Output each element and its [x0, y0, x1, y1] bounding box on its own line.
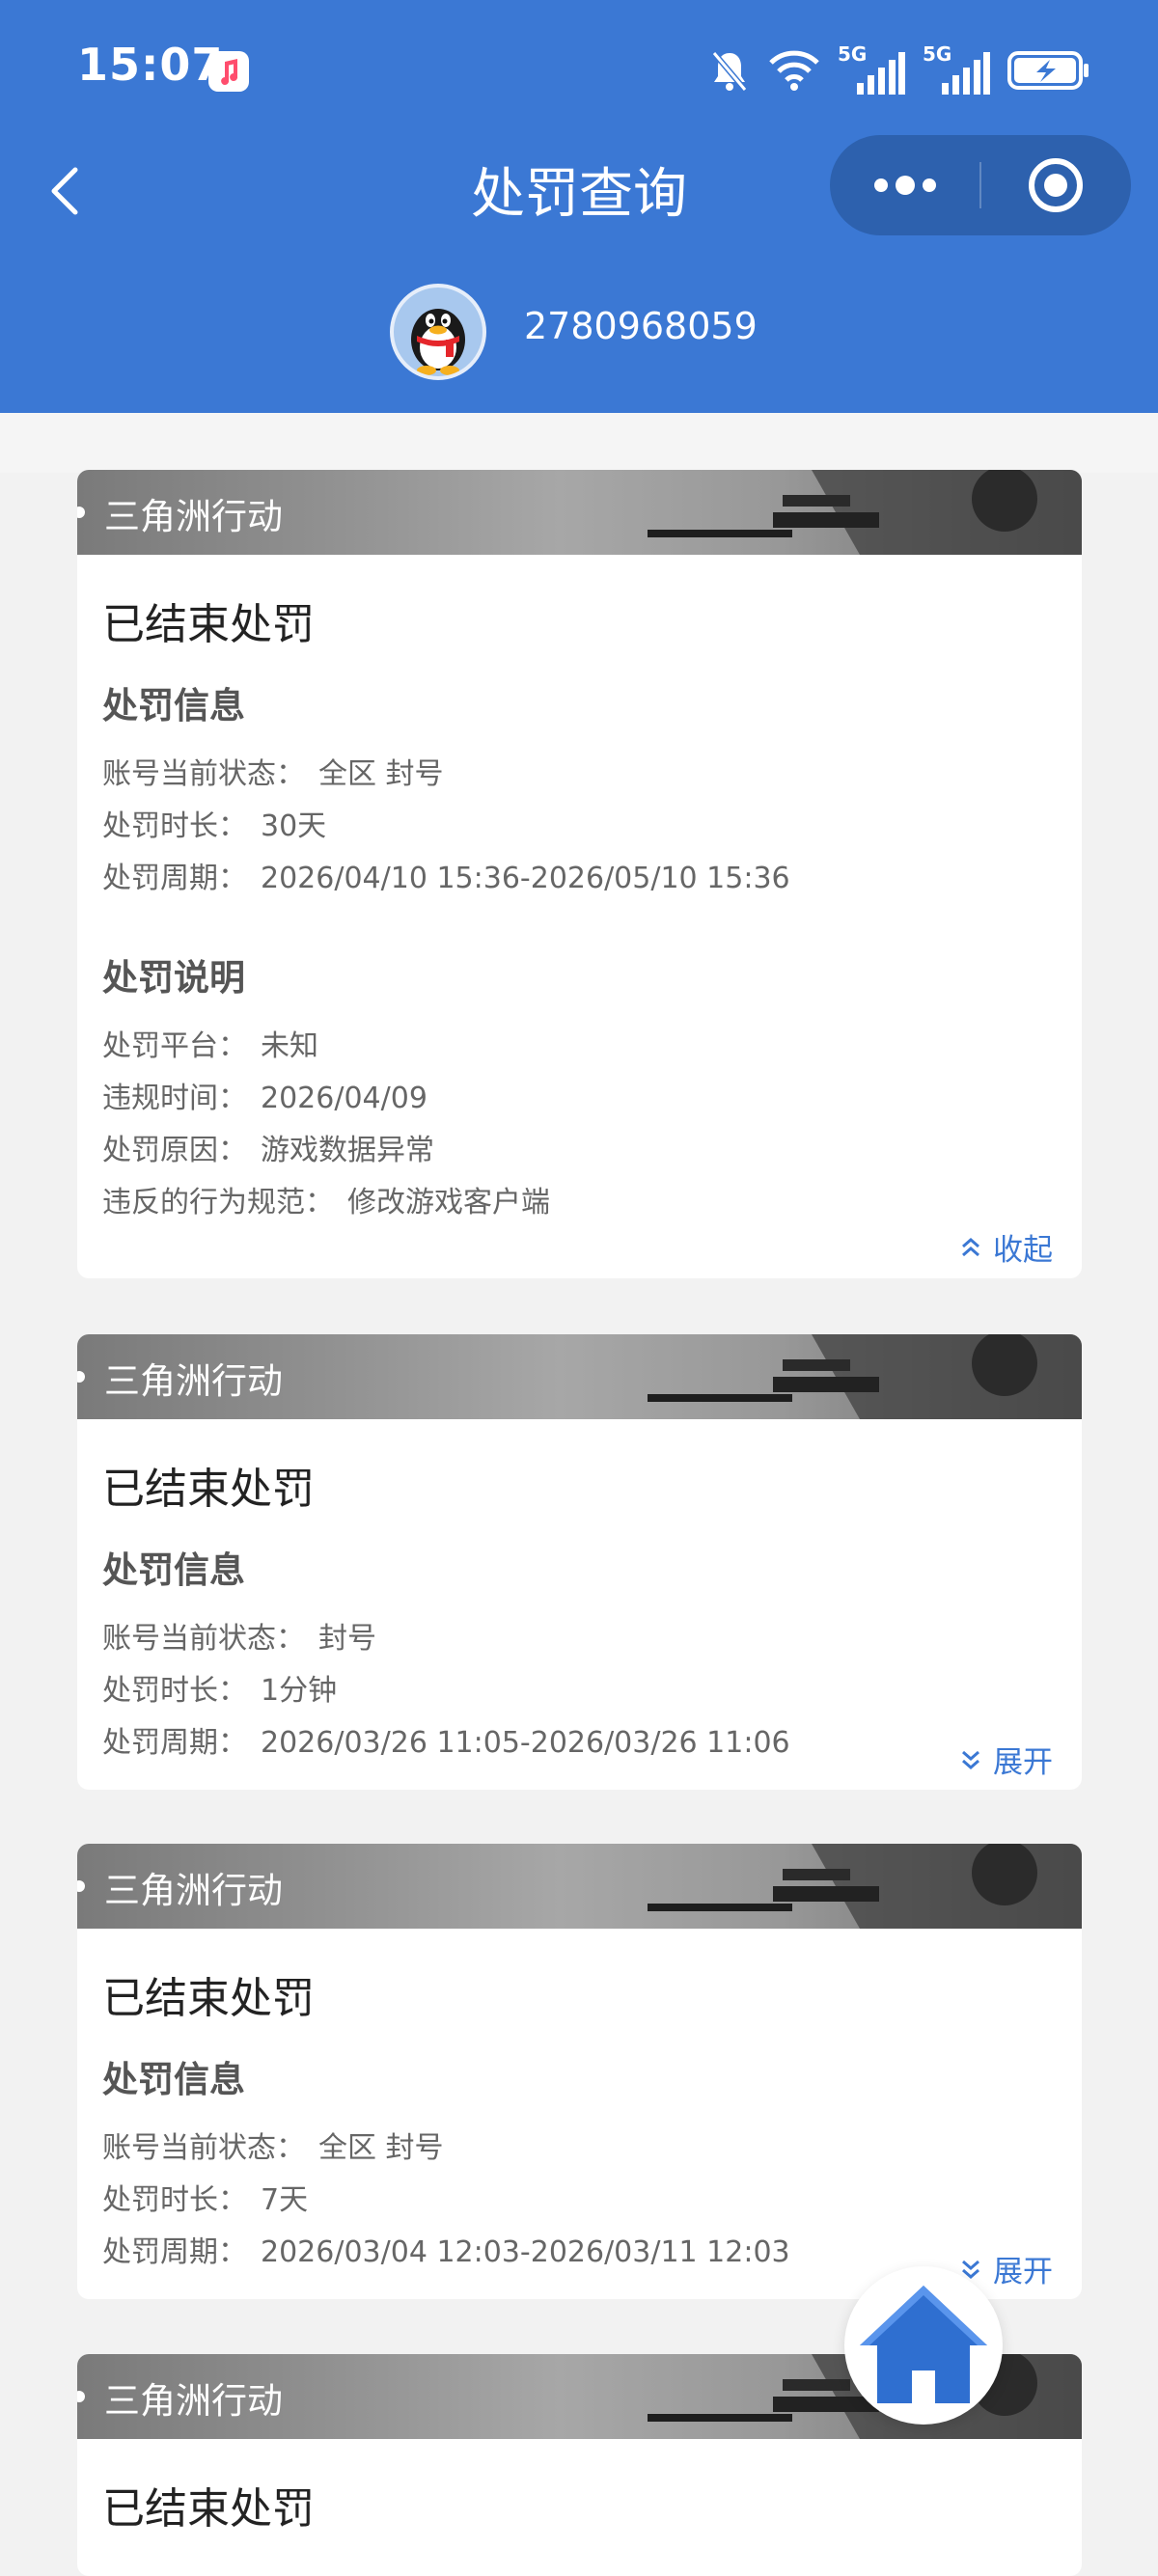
detail-label: 处罚原因： — [102, 1134, 247, 1167]
qq-penguin-icon — [411, 309, 465, 375]
info-row-account-status: 账号当前状态： 封号 — [102, 1614, 376, 1657]
info-label: 处罚时长： — [102, 2183, 247, 2217]
info-value: 全区 封号 — [318, 2131, 444, 2165]
game-name: 三角洲行动 — [104, 496, 283, 537]
double-chevron-up-icon — [962, 1237, 979, 1256]
detail-value: 2026/04/09 — [261, 1082, 427, 1115]
banner-dot — [77, 1880, 85, 1892]
detail-value: 未知 — [261, 1029, 318, 1063]
penalty-card: 三角洲行动 已结束处罚 处罚信息 账号当前状态： 全区 封号 处罚时长： 7天 处罚… — [77, 1844, 1082, 2299]
cell-signal-2: 5G — [923, 42, 990, 95]
info-value: 封号 — [318, 1622, 376, 1656]
info-row-duration: 处罚时长： 30天 — [102, 802, 326, 844]
info-label: 处罚周期： — [102, 2235, 247, 2269]
info-label: 处罚周期： — [102, 1726, 247, 1760]
info-row-account-status: 账号当前状态： 全区 封号 — [102, 750, 444, 792]
detail-label: 处罚平台： — [102, 1029, 247, 1063]
penalty-status: 已结束处罚 — [102, 1974, 315, 2023]
info-label: 处罚周期： — [102, 862, 247, 895]
detail-row-reason: 处罚原因： 游戏数据异常 — [102, 1126, 434, 1168]
info-label: 处罚时长： — [102, 1674, 247, 1708]
header-gap — [0, 413, 1158, 473]
info-value: 全区 封号 — [318, 757, 444, 791]
penalty-card: 三角洲行动 已结束处罚 处罚信息 账号当前状态： 封号 处罚时长： 1分钟 处罚周期… — [77, 1334, 1082, 1790]
status-time: 15:07 — [77, 39, 224, 91]
banner-dot — [77, 507, 85, 518]
info-row-duration: 处罚时长： 7天 — [102, 2176, 308, 2218]
detail-value: 游戏数据异常 — [261, 1134, 434, 1167]
detail-row-rule: 违反的行为规范： 修改游戏客户端 — [102, 1178, 550, 1220]
more-dots-icon — [874, 176, 936, 195]
section-title-info: 处罚信息 — [102, 2059, 245, 2100]
penalty-status: 已结束处罚 — [102, 600, 315, 649]
info-label: 账号当前状态： — [102, 757, 305, 791]
double-chevron-down-icon — [962, 1750, 979, 1769]
qq-number: 2780968059 — [524, 305, 758, 347]
info-row-account-status: 账号当前状态： 全区 封号 — [102, 2124, 444, 2166]
info-row-duration: 处罚时长： 1分钟 — [102, 1666, 337, 1709]
status-icons: 5G 5G — [708, 42, 1090, 96]
app-header: 15:07 5G 5G 处罚查询 2780968059 — [0, 0, 1158, 413]
info-row-period: 处罚周期： 2026/03/04 12:03-2026/03/11 12:03 — [102, 2228, 790, 2270]
status-bar: 15:07 5G 5G — [0, 0, 1158, 145]
info-value: 30天 — [261, 809, 327, 843]
info-value: 2026/03/04 12:03-2026/03/11 12:03 — [261, 2235, 790, 2269]
wifi-icon — [769, 50, 819, 91]
info-value: 2026/04/10 15:36-2026/05/10 15:36 — [261, 862, 790, 895]
signal-bars-icon — [857, 52, 905, 95]
info-row-period: 处罚周期： 2026/03/26 11:05-2026/03/26 11:06 — [102, 1718, 790, 1761]
expand-button[interactable]: 展开 — [958, 1738, 1053, 1781]
game-banner-art — [648, 1844, 1082, 1929]
section-title-info: 处罚信息 — [102, 685, 245, 726]
detail-value: 修改游戏客户端 — [347, 1186, 550, 1219]
info-value: 2026/03/26 11:05-2026/03/26 11:06 — [261, 1726, 790, 1760]
detail-row-violation-time: 违规时间： 2026/04/09 — [102, 1074, 427, 1116]
more-button[interactable] — [830, 135, 979, 235]
info-label: 处罚时长： — [102, 809, 247, 843]
cell-signal-1: 5G — [838, 42, 905, 95]
game-name: 三角洲行动 — [104, 1870, 283, 1911]
penalty-card: 三角洲行动 已结束处罚 处罚信息 账号当前状态： 全区 封号 处罚时长： 30天 处… — [77, 470, 1082, 1278]
banner-dot — [77, 1371, 85, 1383]
info-value: 1分钟 — [261, 1674, 338, 1708]
info-value: 7天 — [261, 2183, 309, 2217]
detail-label: 违反的行为规范： — [102, 1186, 334, 1219]
target-circle-icon — [1029, 158, 1083, 212]
game-name: 三角洲行动 — [104, 1360, 283, 1402]
collapse-label: 收起 — [993, 1233, 1053, 1268]
game-name: 三角洲行动 — [104, 2380, 283, 2422]
mute-bell-icon — [711, 51, 748, 92]
signal-bars-icon — [942, 52, 990, 95]
user-info: 2780968059 — [0, 280, 1158, 386]
home-icon — [860, 2286, 987, 2403]
penalty-status: 已结束处罚 — [102, 2484, 315, 2534]
mini-program-capsule — [830, 135, 1131, 235]
section-title-details: 处罚说明 — [102, 957, 245, 999]
game-banner-art — [648, 470, 1082, 555]
section-title-info: 处罚信息 — [102, 1549, 245, 1591]
info-row-period: 处罚周期： 2026/04/10 15:36-2026/05/10 15:36 — [102, 854, 790, 896]
detail-row-platform: 处罚平台： 未知 — [102, 1022, 318, 1064]
banner-dot — [77, 2391, 85, 2402]
battery-charging-icon — [1007, 51, 1089, 90]
collapse-button[interactable]: 收起 — [958, 1225, 1053, 1269]
game-banner: 三角洲行动 — [77, 470, 1082, 555]
info-label: 账号当前状态： — [102, 2131, 305, 2165]
avatar — [390, 284, 486, 380]
detail-label: 违规时间： — [102, 1082, 247, 1115]
home-button[interactable] — [844, 2266, 1003, 2425]
music-app-icon — [208, 51, 249, 92]
close-mini-program-button[interactable] — [981, 135, 1131, 235]
penalty-status: 已结束处罚 — [102, 1465, 315, 1514]
nav-bar: 处罚查询 — [0, 135, 1158, 241]
game-banner: 三角洲行动 — [77, 1334, 1082, 1419]
game-banner: 三角洲行动 — [77, 1844, 1082, 1929]
game-banner-art — [648, 1334, 1082, 1419]
expand-label: 展开 — [993, 1745, 1053, 1780]
info-label: 账号当前状态： — [102, 1622, 305, 1656]
